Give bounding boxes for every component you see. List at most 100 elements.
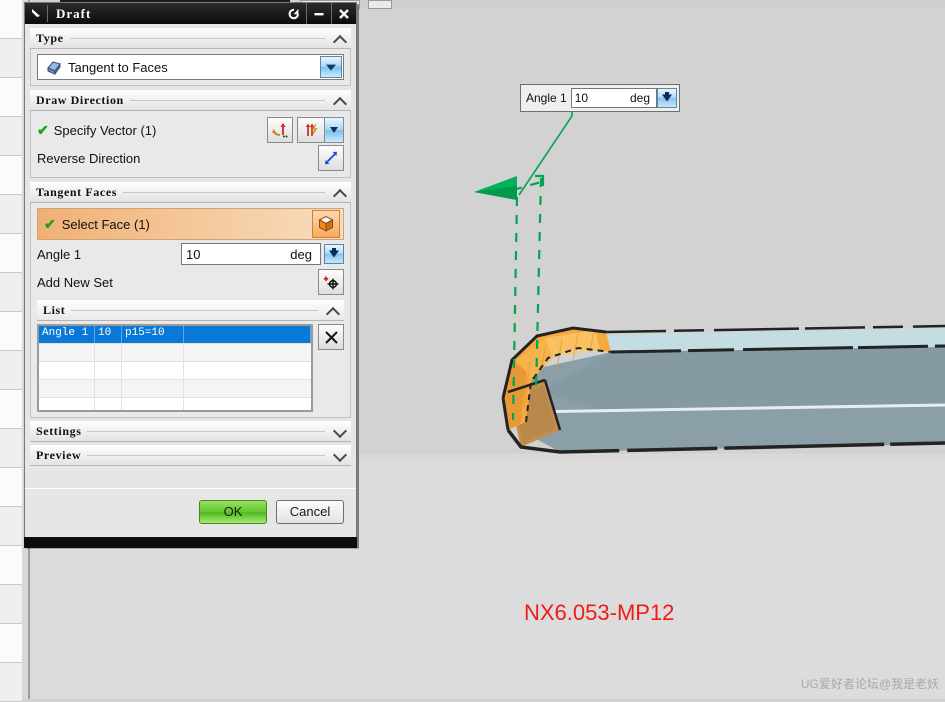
- dialog-footer: OK Cancel: [25, 488, 356, 534]
- chevron-down-icon[interactable]: [331, 424, 349, 440]
- section-header-tangent-faces[interactable]: Tangent Faces: [30, 182, 351, 203]
- top-tab-c[interactable]: [368, 0, 392, 9]
- resource-bar-item[interactable]: [0, 663, 22, 702]
- list-cell-name: [39, 380, 95, 397]
- angle-stepper-icon[interactable]: [324, 244, 344, 264]
- list-cell-value: [95, 362, 122, 379]
- vector-inference-split-button[interactable]: [297, 117, 344, 143]
- dialog-body: Type Tangent to Faces Draw Direction ✔ S…: [25, 28, 356, 466]
- resource-bar-item[interactable]: [0, 156, 22, 195]
- resource-bar-item[interactable]: [0, 312, 22, 351]
- add-new-set-icon[interactable]: [318, 269, 344, 295]
- list-item[interactable]: [39, 380, 311, 398]
- delete-x-icon[interactable]: [318, 324, 344, 350]
- reset-icon[interactable]: [282, 3, 306, 24]
- chevron-up-icon[interactable]: [331, 31, 349, 47]
- list-cell-expression: [122, 344, 184, 361]
- chevron-up-icon[interactable]: [324, 303, 342, 319]
- section-header-draw-direction[interactable]: Draw Direction: [30, 90, 351, 111]
- select-face-label-group: ✔ Select Face (1): [44, 217, 312, 232]
- face-select-cube-icon[interactable]: [312, 210, 340, 238]
- list-cell-value: [95, 344, 122, 361]
- angle-label: Angle 1: [37, 246, 82, 262]
- resource-bar-item[interactable]: [0, 117, 22, 156]
- resource-bar-item[interactable]: [0, 351, 22, 390]
- resource-bar[interactable]: [0, 0, 23, 702]
- draw-direction-panel: ✔ Specify Vector (1) Reverse Direction: [30, 111, 351, 178]
- list-item[interactable]: [39, 344, 311, 362]
- section-divider: [69, 38, 325, 39]
- check-icon: ✔: [44, 216, 56, 232]
- resource-bar-item[interactable]: [0, 507, 22, 546]
- section-header-tangent-faces-label: Tangent Faces: [36, 185, 118, 199]
- section-header-type[interactable]: Type: [30, 28, 351, 49]
- list-item[interactable]: Angle 1 10 p15=10: [39, 326, 311, 344]
- list-cell-value: [95, 380, 122, 397]
- vector-inference-icon[interactable]: [298, 118, 324, 142]
- dialog-titlebar[interactable]: Draft: [25, 3, 356, 24]
- resource-bar-item[interactable]: [0, 78, 22, 117]
- chevron-down-icon[interactable]: [320, 56, 342, 78]
- chevron-down-icon[interactable]: [331, 448, 349, 464]
- list-cell-expression: p15=10: [122, 326, 184, 343]
- resource-bar-item[interactable]: [0, 273, 22, 312]
- cancel-button[interactable]: Cancel: [276, 499, 344, 524]
- list-cell-extra: [184, 380, 311, 397]
- angle-list[interactable]: Angle 1 10 p15=10: [37, 324, 313, 412]
- resource-bar-item[interactable]: [0, 585, 22, 624]
- list-cell-expression: [122, 380, 184, 397]
- minimize-button[interactable]: [306, 3, 331, 24]
- floating-angle-field[interactable]: 10 deg: [570, 88, 657, 108]
- ok-button[interactable]: OK: [199, 499, 267, 524]
- blue-down-arrow-icon[interactable]: [657, 88, 677, 108]
- section-header-settings-label: Settings: [36, 424, 82, 438]
- resource-bar-item[interactable]: [0, 624, 22, 663]
- resource-bar-item[interactable]: [0, 429, 22, 468]
- list-cell-extra: [184, 344, 311, 361]
- section-header-preview[interactable]: Preview: [30, 445, 351, 466]
- reverse-direction-row[interactable]: Reverse Direction: [37, 144, 344, 172]
- list-cell-extra: [184, 398, 311, 410]
- section-header-list-label: List: [43, 303, 66, 317]
- reverse-direction-label: Reverse Direction: [37, 150, 141, 166]
- section-divider: [71, 310, 318, 311]
- resource-bar-item[interactable]: [0, 468, 22, 507]
- section-header-list[interactable]: List: [37, 300, 344, 321]
- add-new-set-label: Add New Set: [37, 274, 113, 290]
- chevron-up-icon[interactable]: [331, 185, 349, 201]
- floating-angle-unit: deg: [629, 91, 650, 105]
- reverse-direction-icon[interactable]: [318, 145, 344, 171]
- close-button[interactable]: [331, 3, 356, 24]
- section-divider: [87, 431, 325, 432]
- nx-version-watermark: NX6.053-MP12: [524, 600, 675, 625]
- select-face-row[interactable]: ✔ Select Face (1): [37, 208, 344, 240]
- draft-type-combo[interactable]: Tangent to Faces: [37, 54, 344, 80]
- floating-angle-value: 10: [574, 91, 589, 105]
- list-cell-extra: [184, 326, 311, 343]
- floating-angle-input[interactable]: Angle 1 10 deg: [520, 84, 680, 112]
- angle-input[interactable]: 10 deg: [181, 243, 321, 265]
- resource-bar-item[interactable]: [0, 0, 22, 39]
- specify-vector-row[interactable]: ✔ Specify Vector (1): [37, 116, 344, 144]
- dialog-menu-icon[interactable]: [25, 3, 47, 24]
- resource-bar-item[interactable]: [0, 195, 22, 234]
- angle-row[interactable]: Angle 1 10 deg: [37, 240, 344, 268]
- add-new-set-row[interactable]: Add New Set: [37, 268, 344, 296]
- chevron-up-icon[interactable]: [331, 93, 349, 109]
- list-item[interactable]: [39, 362, 311, 380]
- list-cell-value: [95, 398, 122, 410]
- resource-bar-item[interactable]: [0, 39, 22, 78]
- section-divider: [129, 100, 325, 101]
- specify-vector-label-group: ✔ Specify Vector (1): [37, 123, 267, 138]
- resource-bar-item[interactable]: [0, 390, 22, 429]
- angle-unit: deg: [290, 246, 312, 262]
- dialog-title: Draft: [56, 5, 92, 21]
- draft-type-value: Tangent to Faces: [68, 59, 168, 75]
- vector-constructor-icon[interactable]: [267, 117, 293, 143]
- resource-bar-item[interactable]: [0, 234, 22, 273]
- draft-dialog[interactable]: Draft Type Tangent to Faces Draw Directi…: [24, 2, 357, 547]
- list-item[interactable]: [39, 398, 311, 410]
- section-header-settings[interactable]: Settings: [30, 421, 351, 442]
- chevron-down-icon[interactable]: [324, 118, 343, 142]
- resource-bar-item[interactable]: [0, 546, 22, 585]
